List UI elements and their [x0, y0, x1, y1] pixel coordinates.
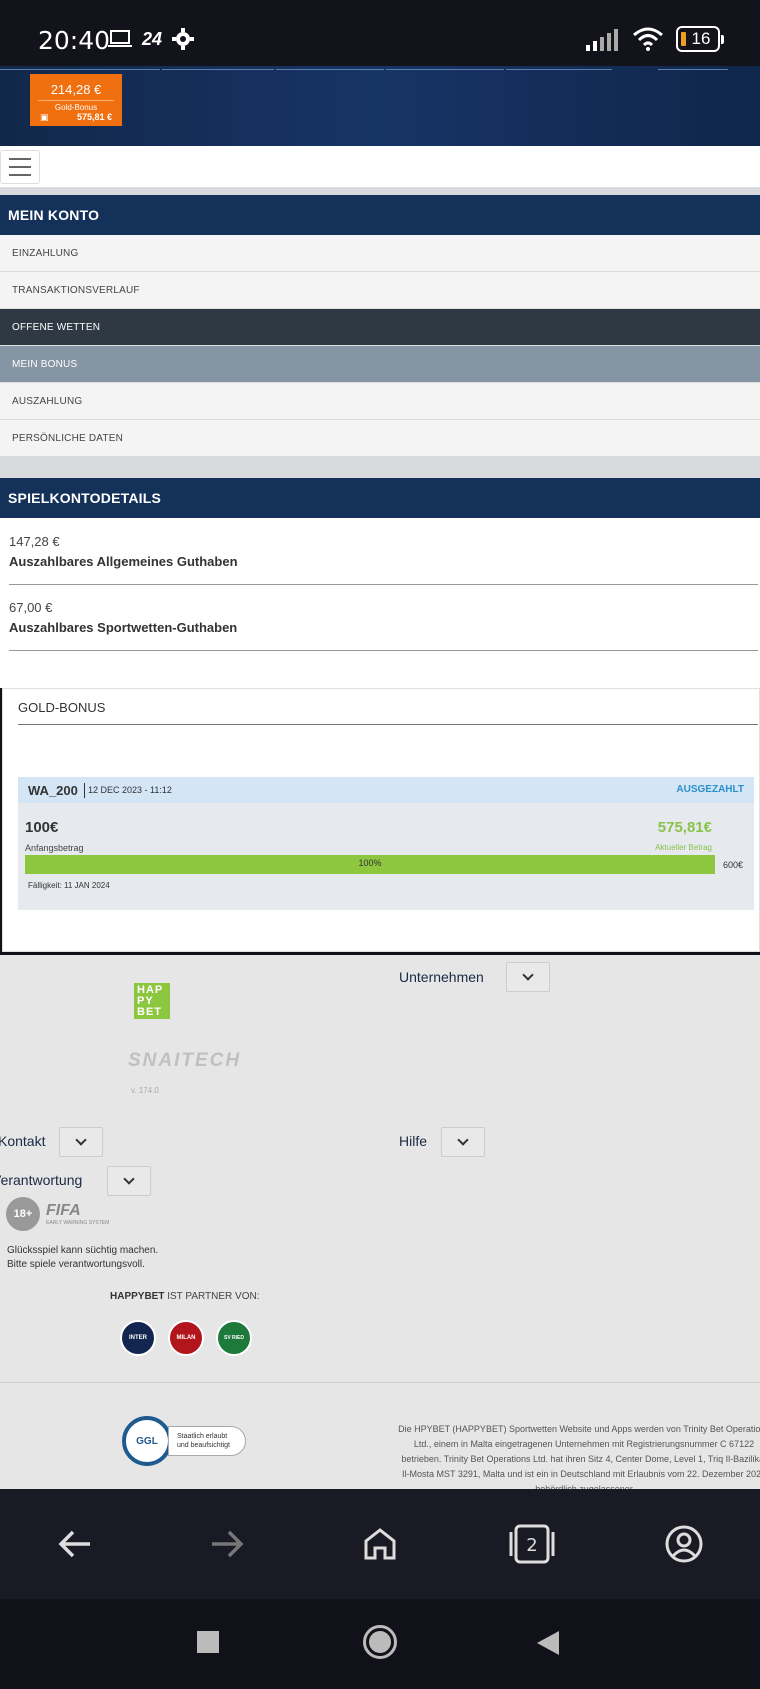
gold-bonus-label: Gold-Bonus: [54, 103, 98, 112]
footer-contact-heading: Kontakt: [0, 1133, 46, 1149]
footer-company-heading: Unternehmen: [399, 969, 484, 985]
tabs-icon: 2: [509, 1524, 555, 1564]
balance-widget[interactable]: 214,28 € Gold-Bonus ▣ 575,81 €: [30, 74, 122, 126]
home-circle-icon[interactable]: [363, 1625, 397, 1659]
balance-sports-amount: 67,00 €: [9, 600, 53, 615]
arrow-right-icon: [212, 1530, 244, 1558]
sv-ried-logo[interactable]: SV RIED: [216, 1320, 252, 1356]
current-amount: 575,81€: [657, 819, 712, 836]
home-button[interactable]: [351, 1515, 409, 1573]
ggl-text: Staatlich erlaubt und beaufsichtigt: [168, 1426, 246, 1456]
wifi-icon: [633, 27, 663, 51]
balance-amount: 214,28 €: [38, 74, 114, 101]
nav-withdrawal[interactable]: AUSZAHLUNG: [0, 383, 760, 420]
happybet-logo: HAP PY BET: [134, 983, 170, 1019]
ggl-logo: GGL: [122, 1416, 172, 1466]
progress-label: 100%: [358, 858, 382, 868]
partner-heading: HAPPYBET IST PARTNER VON:: [110, 1291, 260, 1302]
help-dropdown-button[interactable]: [441, 1127, 485, 1157]
ggl-seal[interactable]: GGL Staatlich erlaubt und beaufsichtigt: [122, 1416, 246, 1466]
recents-icon[interactable]: [197, 1631, 219, 1653]
nav-my-bonus[interactable]: MEIN BONUS: [0, 346, 760, 383]
gold-bonus-title: GOLD-BONUS: [18, 700, 106, 715]
home-icon: [364, 1528, 396, 1560]
company-dropdown-button[interactable]: [506, 962, 550, 992]
gold-bonus-card: GOLD-BONUS WA_200 12 DEC 2023 - 11:12 AU…: [2, 688, 760, 952]
gold-bonus-amount: 575,81 €: [76, 112, 112, 122]
battery-icon: 16: [676, 26, 724, 52]
svg-text:2: 2: [526, 1535, 537, 1556]
start-amount: 100€: [25, 819, 59, 836]
site-header: 214,28 € Gold-Bonus ▣ 575,81 €: [0, 66, 760, 146]
account-details-title: SPIELKONTODETAILS: [0, 478, 760, 518]
back-button[interactable]: [46, 1515, 104, 1573]
bonus-date: 12 DEC 2023 - 11:12: [88, 785, 172, 795]
profile-button[interactable]: [655, 1515, 713, 1573]
profile-icon: [665, 1525, 703, 1563]
arrow-left-icon: [58, 1530, 90, 1558]
chevron-down-icon: [75, 1134, 87, 1146]
bonus-entry: WA_200 12 DEC 2023 - 11:12 AUSGEZAHLT 10…: [18, 777, 754, 910]
account-details: 147,28 € Auszahlbares Allgemeines Guthab…: [0, 518, 760, 688]
status-badge: AUSGEZAHLT: [676, 784, 744, 795]
due-date: Fälligkeit: 11 JAN 2024: [28, 881, 110, 890]
chevron-down-icon: [123, 1173, 135, 1185]
version-label: v. 174.0: [131, 1086, 159, 1095]
forward-button[interactable]: [198, 1515, 256, 1573]
clock: 20:40: [38, 26, 111, 55]
laptop-icon: [108, 30, 132, 47]
contact-dropdown-button[interactable]: [59, 1127, 103, 1157]
milan-logo[interactable]: MILAN: [168, 1320, 204, 1356]
inter-logo[interactable]: INTER: [120, 1320, 156, 1356]
status-bar: 20:40 24 16: [0, 0, 760, 66]
balance-general-amount: 147,28 €: [9, 534, 60, 549]
responsible-gambling-text: Glücksspiel kann süchtig machen. Bitte s…: [7, 1245, 159, 1270]
account-menu-title: MEIN KONTO: [0, 195, 760, 235]
age-18-icon: 18+: [6, 1197, 40, 1231]
battery-level: 16: [691, 29, 711, 48]
chevron-down-icon: [522, 969, 534, 981]
legal-text: Die HPYBET (HAPPYBET) Sportwetten Websit…: [398, 1424, 760, 1489]
logo-line-3: BET: [137, 1006, 162, 1018]
start-amount-label: Anfangsbetrag: [25, 843, 84, 853]
tabs-button[interactable]: 2: [503, 1515, 561, 1573]
fifa-ews-logo: FIFA EARLY WARNING SYSTEM: [46, 1202, 110, 1226]
footer-help-heading: Hilfe: [399, 1133, 428, 1149]
snaitech-logo: SNAITECH: [128, 1050, 242, 1071]
balance-sports-label: Auszahlbares Sportwetten-Guthaben: [9, 620, 238, 635]
app-24-icon: 24: [142, 28, 163, 49]
nav-deposit[interactable]: EINZAHLUNG: [0, 235, 760, 272]
nav-transactions[interactable]: TRANSAKTIONSVERLAUF: [0, 272, 760, 309]
progress-bar: 100%: [25, 855, 715, 874]
nav-personal-data[interactable]: PERSÖNLICHE DATEN: [0, 420, 760, 457]
back-triangle-icon[interactable]: [535, 1629, 561, 1657]
bonus-code: WA_200: [28, 783, 85, 798]
responsibility-dropdown-button[interactable]: [107, 1166, 151, 1196]
gift-icon: ▣: [40, 112, 49, 122]
system-nav-bar: [0, 1599, 760, 1689]
signal-icon: [586, 29, 618, 51]
browser-nav-bar: 2: [0, 1489, 760, 1599]
nav-open-bets[interactable]: OFFENE WETTEN: [0, 309, 760, 346]
footer: HAP PY BET SNAITECH v. 174.0 Unternehmen…: [0, 955, 760, 1489]
hamburger-menu-icon[interactable]: [0, 150, 40, 184]
gear-icon: [172, 28, 195, 50]
chevron-down-icon: [457, 1134, 469, 1146]
progress-max: 600€: [723, 860, 744, 870]
balance-general-label: Auszahlbares Allgemeines Guthaben: [9, 554, 238, 569]
footer-responsibility-heading: Verantwortung: [0, 1172, 83, 1188]
menu-bar: [0, 146, 760, 188]
current-amount-label: Aktueller Betrag: [655, 843, 712, 852]
